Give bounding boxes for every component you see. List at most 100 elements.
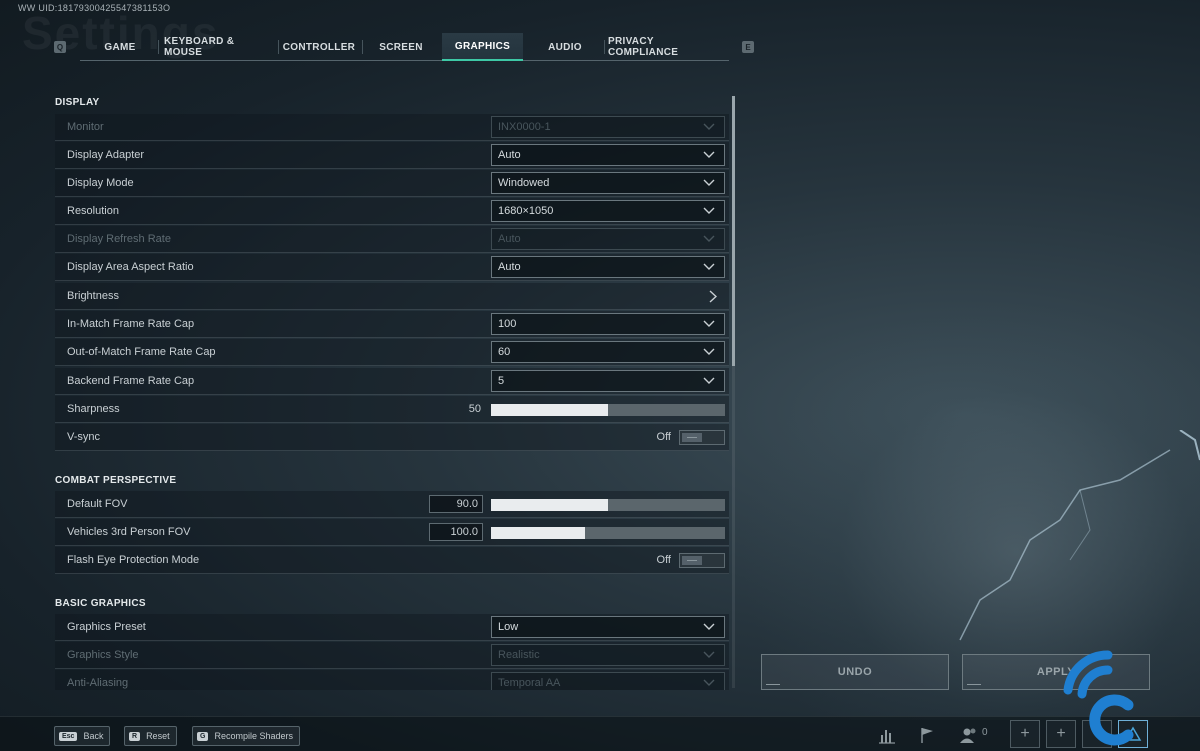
flag-icon[interactable] [916,725,938,745]
setting-label: Resolution [67,205,119,217]
setting-label: Anti-Aliasing [67,677,129,689]
chevron-down-icon [703,623,715,630]
flash-eye-toggle[interactable] [679,553,725,568]
setting-vsync[interactable]: V-sync Off [55,424,729,451]
dropdown-value: 5 [498,375,505,387]
backend-frame-cap-dropdown[interactable]: 5 [491,370,725,392]
default-fov-slider[interactable] [491,499,725,511]
tab-audio[interactable]: AUDIO [530,33,600,61]
tab-graphics[interactable]: GRAPHICS [442,33,523,61]
flash-eye-state: Off [656,554,671,566]
chevron-down-icon [703,263,715,270]
setting-out-match-frame-cap[interactable]: Out-of-Match Frame Rate Cap 60 [55,339,729,366]
setting-display-adapter[interactable]: Display Adapter Auto [55,142,729,169]
setting-label: Display Refresh Rate [67,233,171,245]
prev-tab-key[interactable]: Q [54,41,66,53]
setting-label: Graphics Preset [67,621,146,633]
undo-label: UNDO [837,666,873,678]
vsync-state: Off [656,431,671,443]
setting-graphics-preset[interactable]: Graphics Preset Low [55,614,729,641]
hint-label: Recompile Shaders [214,731,293,741]
display-mode-dropdown[interactable]: Windowed [491,172,725,194]
keycap: Esc [59,731,78,741]
out-match-frame-cap-dropdown[interactable]: 60 [491,341,725,363]
tab-privacy-compliance[interactable]: PRIVACY COMPLIANCE [608,33,726,61]
section-title-combat: COMBAT PERSPECTIVE [55,475,177,486]
tab-separator [278,40,279,54]
setting-label: Display Area Aspect Ratio [67,261,194,273]
default-fov-input[interactable]: 90.0 [429,495,483,513]
setting-flash-eye-protection[interactable]: Flash Eye Protection Mode Off [55,547,729,574]
setting-aspect-ratio[interactable]: Display Area Aspect Ratio Auto [55,254,729,281]
triangle-icon[interactable] [1118,720,1148,748]
graphics-preset-dropdown[interactable]: Low [491,616,725,638]
chevron-down-icon [703,377,715,384]
dropdown-value: INX0000-1 [498,121,551,133]
party-slot-plus-icon[interactable]: + [1082,720,1112,748]
dropdown-value: 60 [498,346,511,358]
in-match-frame-cap-dropdown[interactable]: 100 [491,313,725,335]
dropdown-value: Auto [498,149,521,161]
chevron-down-icon [703,651,715,658]
setting-label: Vehicles 3rd Person FOV [67,526,191,538]
recompile-shaders-button[interactable]: G Recompile Shaders [192,726,300,746]
toggle-knob [682,433,702,442]
setting-backend-frame-cap[interactable]: Backend Frame Rate Cap 5 [55,368,729,395]
lightning-backdrop [959,430,1200,641]
setting-label: Brightness [67,290,119,302]
setting-label: Backend Frame Rate Cap [67,375,195,387]
chevron-right-icon[interactable] [709,290,717,303]
sharpness-value: 50 [468,403,481,415]
tab-controller[interactable]: CONTROLLER [282,33,356,61]
slider-fill [491,527,585,539]
setting-vehicle-fov[interactable]: Vehicles 3rd Person FOV 100.0 [55,519,729,546]
tab-game[interactable]: GAME [88,33,152,61]
vsync-toggle[interactable] [679,430,725,445]
setting-label: In-Match Frame Rate Cap [67,318,195,330]
hint-label: Back [83,731,104,741]
tab-screen[interactable]: SCREEN [366,33,436,61]
setting-display-mode[interactable]: Display Mode Windowed [55,170,729,197]
settings-scrollbar[interactable] [732,96,735,688]
aspect-ratio-dropdown[interactable]: Auto [491,256,725,278]
setting-label: Monitor [67,121,104,133]
vehicle-fov-input[interactable]: 100.0 [429,523,483,541]
party-slot-plus-icon[interactable]: + [1046,720,1076,748]
undo-button[interactable]: UNDO [761,654,949,690]
apply-label: APPLY [1036,666,1076,678]
display-adapter-dropdown[interactable]: Auto [491,144,725,166]
setting-anti-aliasing: Anti-Aliasing Temporal AA [55,670,729,690]
back-hint-button[interactable]: Esc Back [54,726,111,746]
dropdown-value: Low [498,621,519,633]
setting-label: Out-of-Match Frame Rate Cap [67,346,216,358]
setting-resolution[interactable]: Resolution 1680×1050 [55,198,729,225]
setting-default-fov[interactable]: Default FOV 90.0 [55,491,729,518]
scrollbar-thumb[interactable] [732,96,735,366]
setting-sharpness[interactable]: Sharpness 50 [55,396,729,423]
setting-graphics-style: Graphics Style Realistic [55,642,729,669]
section-title-display: DISPLAY [55,97,100,108]
sharpness-slider[interactable] [491,404,725,416]
section-title-basic-graphics: BASIC GRAPHICS [55,598,146,609]
party-slot-plus-icon[interactable]: + [1010,720,1040,748]
dropdown-value: Windowed [498,177,550,189]
bar-chart-icon[interactable] [876,725,898,745]
setting-brightness[interactable]: Brightness [55,283,729,310]
setting-monitor: Monitor INX0000-1 [55,114,729,141]
reset-hint-button[interactable]: R Reset [124,726,177,746]
friends-icon[interactable] [958,725,980,745]
chevron-down-icon [703,151,715,158]
anti-aliasing-dropdown: Temporal AA [491,672,725,690]
tab-keyboard-mouse[interactable]: KEYBOARD & MOUSE [164,33,274,61]
vehicle-fov-slider[interactable] [491,527,725,539]
keycap: G [197,731,209,741]
next-tab-key[interactable]: E [742,41,754,53]
dropdown-value: Auto [498,233,521,245]
apply-button[interactable]: APPLY [962,654,1150,690]
setting-in-match-frame-cap[interactable]: In-Match Frame Rate Cap 100 [55,311,729,338]
resolution-dropdown[interactable]: 1680×1050 [491,200,725,222]
chevron-down-icon [703,320,715,327]
setting-label: Sharpness [67,403,120,415]
setting-label: Flash Eye Protection Mode [67,554,200,566]
chevron-down-icon [703,179,715,186]
